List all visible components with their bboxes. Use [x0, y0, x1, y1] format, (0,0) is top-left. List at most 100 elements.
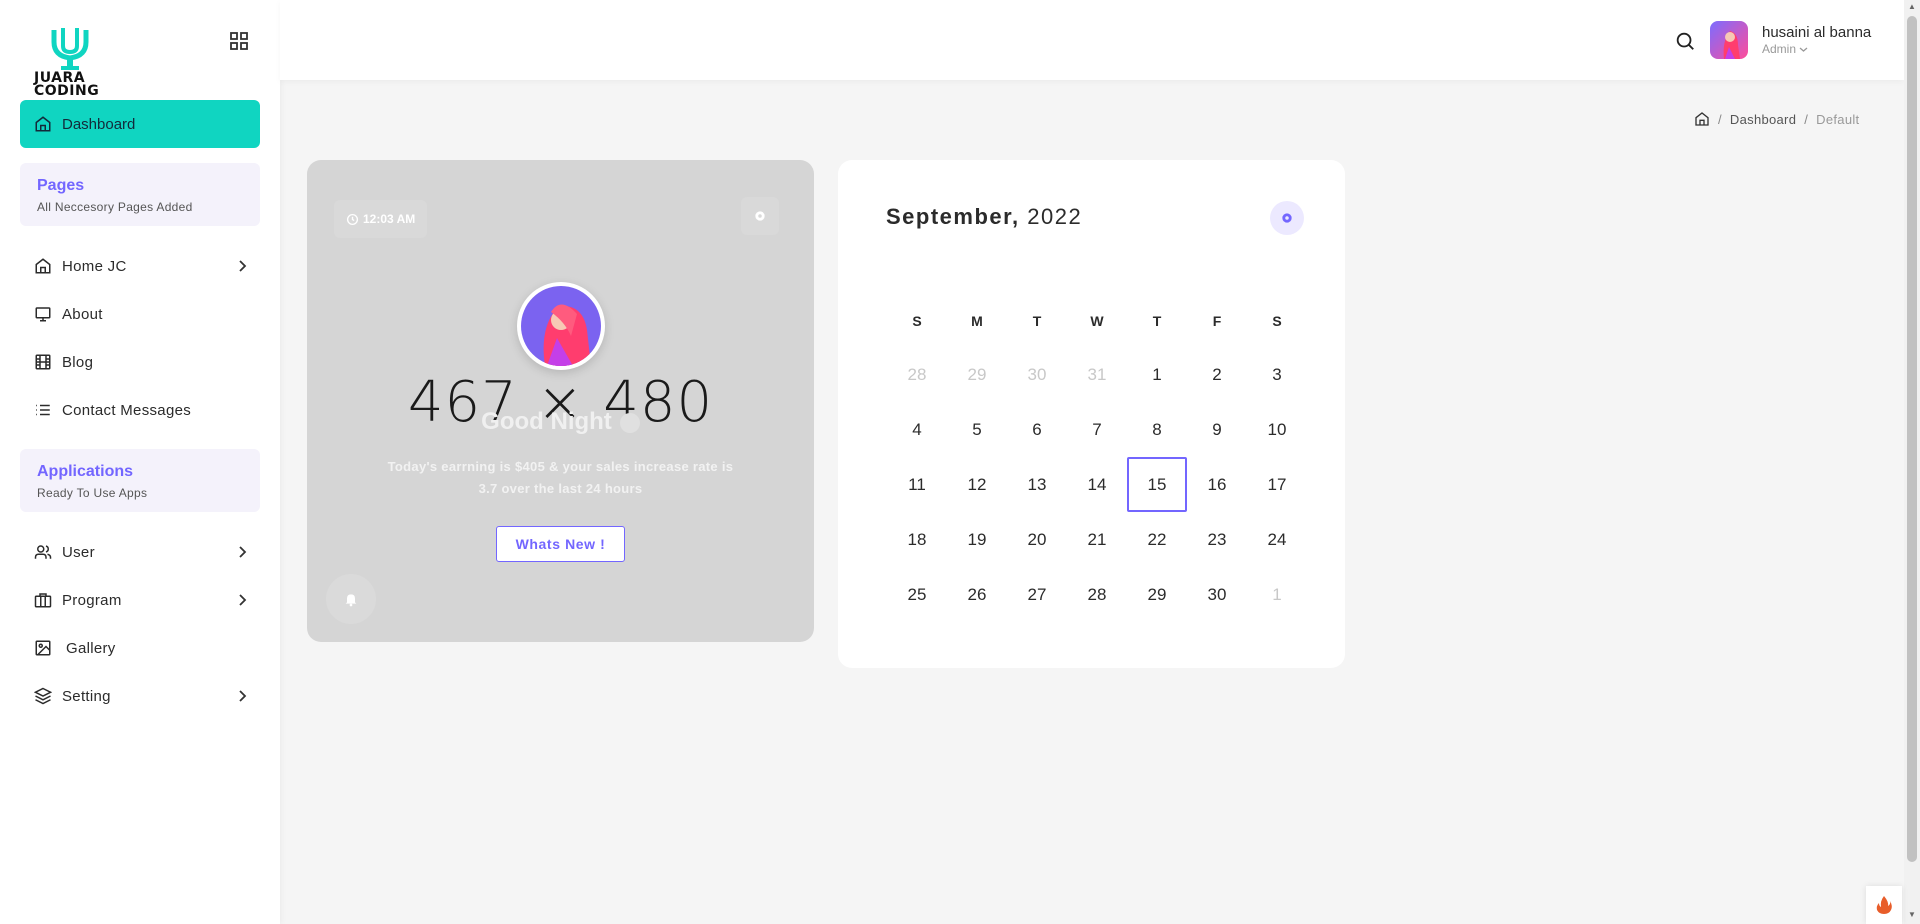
calendar-year: 2022 — [1027, 204, 1083, 229]
sidebar-item-setting[interactable]: Setting — [20, 672, 260, 720]
calendar-day[interactable]: 7 — [1067, 402, 1127, 457]
calendar-day[interactable]: 28 — [1067, 567, 1127, 622]
breadcrumb-current: Default — [1816, 111, 1860, 127]
avatar[interactable] — [1710, 21, 1748, 59]
calendar-weekday: S — [912, 313, 922, 329]
calendar-day[interactable]: 23 — [1187, 512, 1247, 567]
sidebar-item-gallery[interactable]: Gallery — [20, 624, 260, 672]
calendar-day[interactable]: 31 — [1067, 347, 1127, 402]
sidebar-item-blog[interactable]: Blog — [20, 338, 260, 386]
section-subtitle: Ready To Use Apps — [37, 486, 148, 500]
sidebar-item-label: Blog — [62, 353, 94, 371]
calendar-day[interactable]: 26 — [947, 567, 1007, 622]
sidebar-item-label: Dashboard — [62, 115, 136, 133]
sidebar-item-home-jc[interactable]: Home JC — [20, 242, 260, 290]
time-badge: 12:03 AM — [334, 200, 428, 238]
calendar-weekday: W — [1090, 313, 1104, 329]
calendar-day[interactable]: 3 — [1247, 347, 1307, 402]
page-scrollbar[interactable]: ▲ ▼ — [1904, 0, 1920, 924]
card-settings-button[interactable] — [741, 197, 779, 235]
calendar-day[interactable]: 28 — [887, 347, 947, 402]
sidebar-item-user[interactable]: User — [20, 528, 260, 576]
trophy-logo-icon — [51, 28, 89, 70]
film-icon — [35, 354, 51, 370]
list-icon — [36, 404, 50, 416]
calendar-weekday: T — [1152, 313, 1162, 329]
chevron-right-icon — [239, 594, 247, 606]
sidebar-item-dashboard[interactable]: Dashboard — [20, 100, 260, 148]
section-title: Applications — [37, 463, 134, 480]
calendar-settings-button[interactable] — [1270, 201, 1304, 235]
chevron-down-icon — [1799, 47, 1808, 52]
calendar-day-today[interactable]: 15 — [1127, 457, 1187, 512]
calendar-day[interactable]: 1 — [1127, 347, 1187, 402]
calendar-day[interactable]: 2 — [1187, 347, 1247, 402]
calendar-month: September, — [886, 204, 1020, 229]
user-name[interactable]: husaini al banna — [1762, 24, 1871, 41]
juara-coding-logo[interactable]: JUARA CODING — [30, 24, 110, 99]
search-icon[interactable] — [1674, 30, 1696, 52]
breadcrumb-dashboard[interactable]: Dashboard — [1730, 112, 1796, 127]
calendar-day[interactable]: 22 — [1127, 512, 1187, 567]
calendar-day[interactable]: 30 — [1007, 347, 1067, 402]
sidebar-item-label: Contact Messages — [62, 401, 192, 419]
calendar-day[interactable]: 5 — [947, 402, 1007, 457]
calendar-day[interactable]: 16 — [1187, 457, 1247, 512]
scrollbar-thumb[interactable] — [1907, 16, 1917, 862]
sidebar-item-label: About — [62, 305, 103, 323]
calendar-day[interactable]: 27 — [1007, 567, 1067, 622]
chevron-right-icon — [239, 546, 247, 558]
breadcrumb-separator: / — [1804, 111, 1809, 127]
user-role-dropdown[interactable]: Admin — [1762, 42, 1808, 56]
logo-text: JUARA CODING — [34, 70, 100, 99]
greeting-title: Good Night — [307, 408, 814, 436]
greeting-text: Today's earrning is $405 & your sales in… — [387, 459, 734, 496]
sidebar-item-label: User — [62, 543, 95, 561]
scroll-up-arrow[interactable]: ▲ — [1908, 2, 1916, 11]
calendar-day[interactable]: 29 — [947, 347, 1007, 402]
calendar-day[interactable]: 13 — [1007, 457, 1067, 512]
calendar-day[interactable]: 11 — [887, 457, 947, 512]
users-icon — [34, 545, 52, 559]
home-icon — [35, 258, 51, 274]
sidebar-toggle-grid-icon[interactable] — [228, 30, 250, 52]
greeting-avatar — [517, 282, 605, 370]
calendar-day[interactable]: 14 — [1067, 457, 1127, 512]
calendar-grid: S M T W T F S 28 29 30 31 1 2 3 4 5 6 7 8 9 10 11 12 13 14 15 16 17… — [887, 295, 1307, 622]
calendar-day[interactable]: 19 — [947, 512, 1007, 567]
calendar-day[interactable]: 10 — [1247, 402, 1307, 457]
section-pages: Pages All Neccesory Pages Added — [20, 163, 260, 226]
calendar-day[interactable]: 17 — [1247, 457, 1307, 512]
sidebar-item-label: Program — [62, 591, 122, 609]
scroll-down-arrow[interactable]: ▼ — [1908, 910, 1916, 919]
calendar-day[interactable]: 1 — [1247, 567, 1307, 622]
home-icon — [35, 116, 51, 132]
calendar-day[interactable]: 9 — [1187, 402, 1247, 457]
calendar-day[interactable]: 29 — [1127, 567, 1187, 622]
fire-icon[interactable] — [1866, 886, 1902, 924]
calendar-weekday: F — [1212, 313, 1222, 329]
top-header: husaini al banna Admin — [280, 0, 1904, 80]
sidebar-item-program[interactable]: Program — [20, 576, 260, 624]
calendar-day[interactable]: 6 — [1007, 402, 1067, 457]
calendar-day[interactable]: 8 — [1127, 402, 1187, 457]
calendar-day[interactable]: 30 — [1187, 567, 1247, 622]
calendar-weekday: S — [1272, 313, 1282, 329]
bell-icon[interactable] — [326, 574, 376, 624]
greeting-card: 12:03 AM 467 × 480 Good Night Today's ea… — [307, 160, 814, 642]
calendar-day[interactable]: 25 — [887, 567, 947, 622]
briefcase-icon — [34, 593, 52, 608]
calendar-day[interactable]: 4 — [887, 402, 947, 457]
home-icon[interactable] — [1694, 111, 1710, 127]
calendar-day[interactable]: 12 — [947, 457, 1007, 512]
whats-new-button[interactable]: Whats New ! — [496, 526, 625, 562]
layers-icon — [34, 687, 52, 705]
sidebar-item-about[interactable]: About — [20, 290, 260, 338]
calendar-day[interactable]: 20 — [1007, 512, 1067, 567]
calendar-day[interactable]: 24 — [1247, 512, 1307, 567]
sidebar-nav: Dashboard Pages All Neccesory Pages Adde… — [20, 100, 260, 720]
calendar-day[interactable]: 18 — [887, 512, 947, 567]
calendar-day[interactable]: 21 — [1067, 512, 1127, 567]
breadcrumb: / Dashboard / Default — [1694, 111, 1859, 127]
sidebar-item-contact-messages[interactable]: Contact Messages — [20, 386, 260, 434]
